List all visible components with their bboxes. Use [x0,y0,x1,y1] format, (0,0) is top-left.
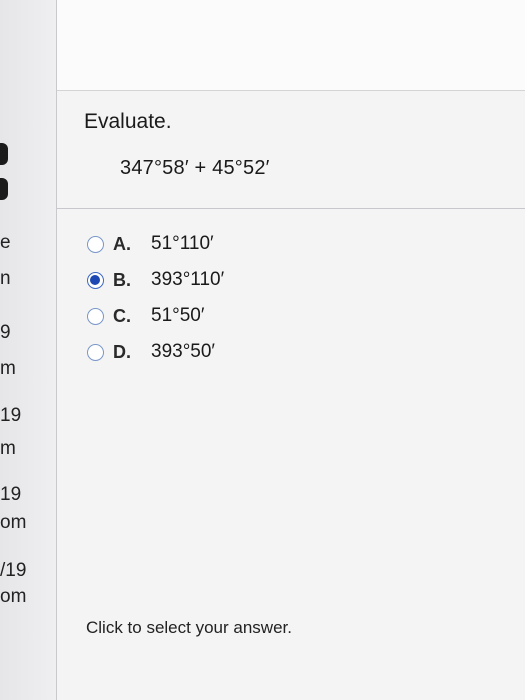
option-text: 393°50′ [151,341,215,362]
header-band [57,0,525,91]
option-a[interactable]: A. 51°110′ [87,226,224,262]
option-letter: A. [113,233,131,254]
question-prompt: Evaluate. [84,110,172,133]
option-b[interactable]: B. 393°110′ [87,262,224,298]
sidebar-item[interactable]: e [0,232,11,254]
option-text: 51°50′ [151,305,205,326]
radio-button-c[interactable] [87,307,104,325]
sidebar-item[interactable]: 19 [0,484,21,506]
sidebar-item[interactable]: m [0,438,16,460]
radio-button-d[interactable] [87,343,104,361]
sidebar-marker [0,178,8,200]
option-text: 393°110′ [151,269,225,290]
instruction-text: Click to select your answer. [86,618,292,637]
option-c[interactable]: C. 51°50′ [87,298,224,334]
sidebar-item[interactable]: om [0,586,26,608]
question-list-sidebar: e n 9 m 19 m 19 om /19 om [0,0,57,700]
sidebar-item[interactable]: 19 [0,405,21,427]
divider [57,208,525,209]
sidebar-marker [0,143,8,165]
option-text: 51°110′ [151,233,214,254]
radio-button-b[interactable] [87,271,104,289]
answer-options: A. 51°110′ B. 393°110′ C. 51°50′ D. 393°… [87,226,224,370]
sidebar-item[interactable]: om [0,512,26,534]
radio-button-a[interactable] [87,235,104,253]
option-d[interactable]: D. 393°50′ [87,334,224,370]
sidebar-item[interactable]: /19 [0,560,26,582]
option-letter: C. [113,305,131,326]
option-letter: B. [113,269,131,290]
question-expression: 347°58′ + 45°52′ [120,157,270,179]
question-panel: Evaluate. 347°58′ + 45°52′ A. 51°110′ B.… [57,0,525,700]
option-letter: D. [113,341,131,362]
sidebar-item[interactable]: n [0,268,11,290]
sidebar-item[interactable]: 9 [0,322,11,344]
sidebar-item[interactable]: m [0,358,16,380]
